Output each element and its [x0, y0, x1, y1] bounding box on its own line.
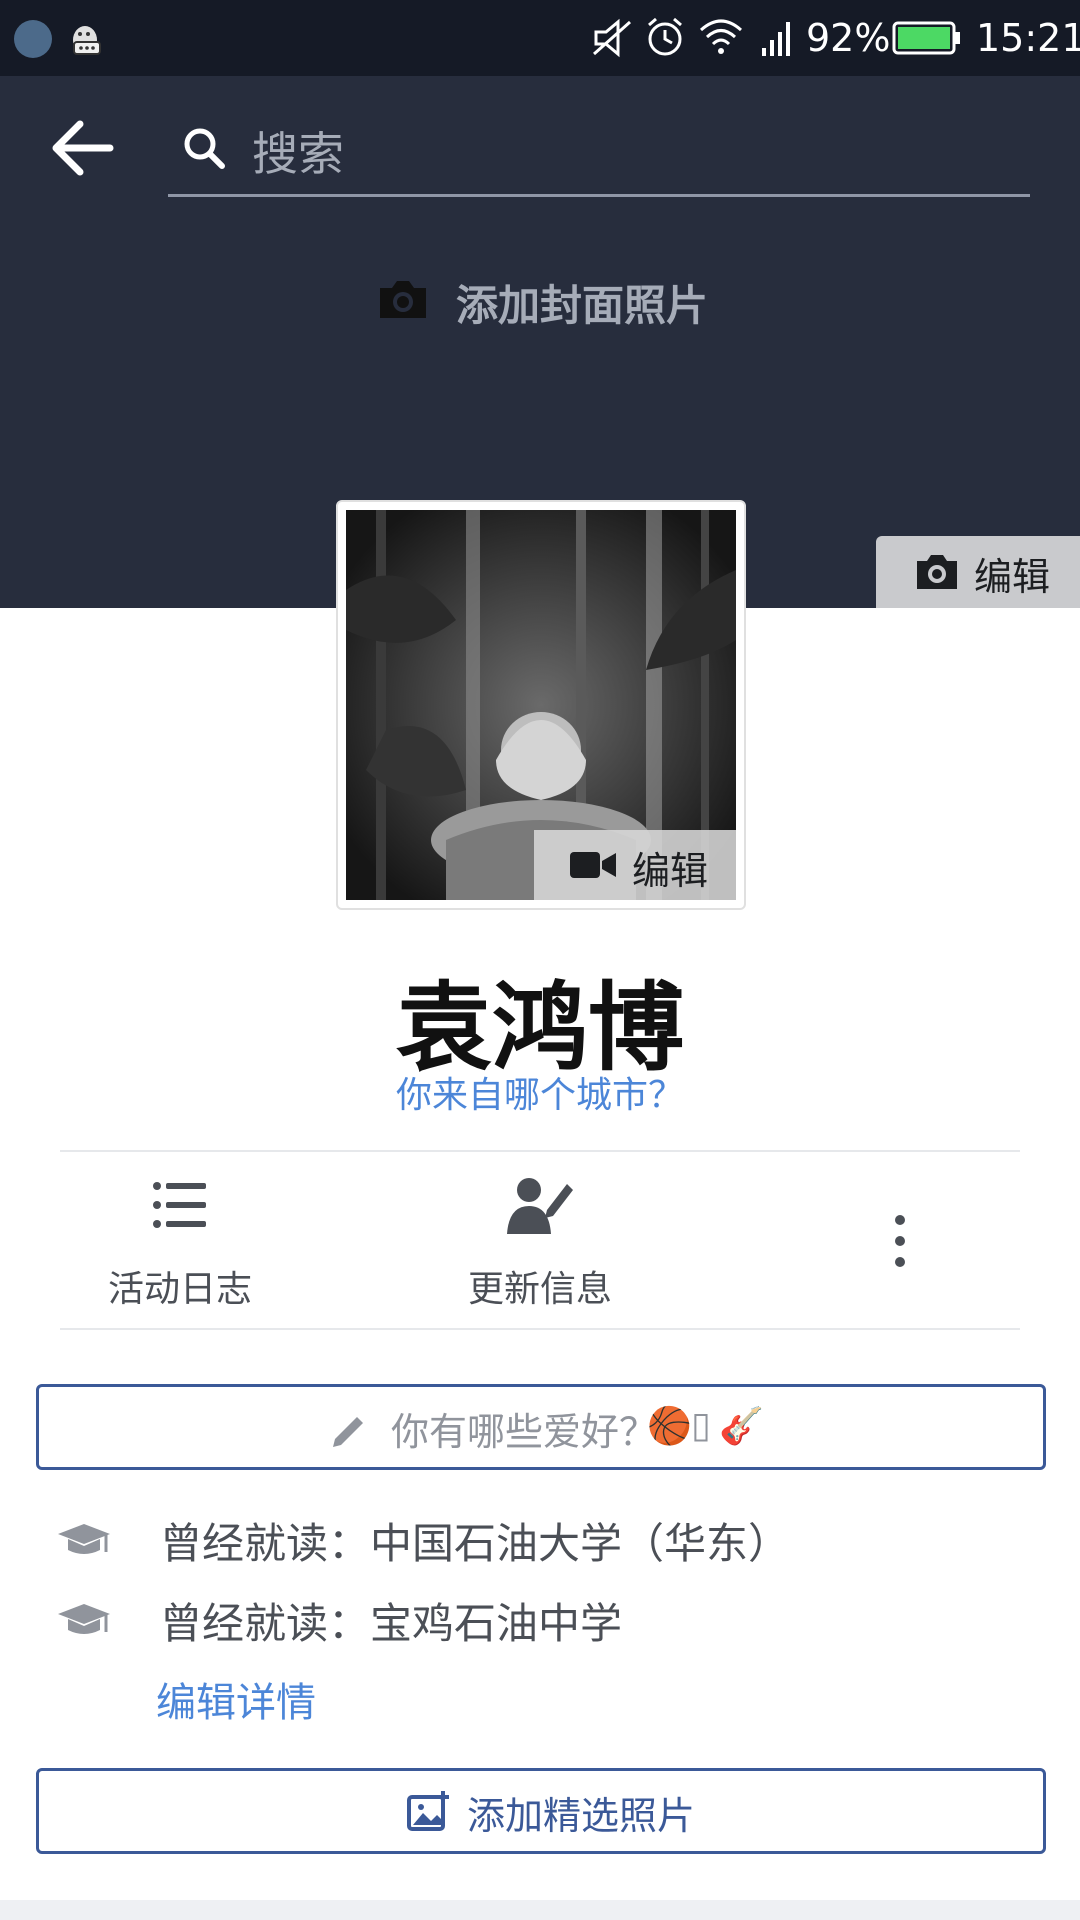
search-bar[interactable]: 搜索 — [168, 108, 1030, 197]
search-icon — [184, 128, 225, 169]
edit-cover-label: 编辑 — [974, 555, 1051, 599]
pencil-icon — [333, 1417, 363, 1447]
edit-profile-icon — [507, 1178, 573, 1234]
more-icon — [895, 1215, 905, 1267]
guitar-emoji: 🎸 — [719, 1406, 764, 1447]
basketball-emoji: 🏀 — [647, 1406, 692, 1447]
edit-details-link[interactable]: 编辑详情 — [156, 1670, 316, 1728]
bottom-strip — [0, 1900, 1080, 1920]
more-options-button[interactable] — [770, 1180, 1030, 1310]
alarm-icon — [648, 17, 682, 56]
list-icon — [153, 1182, 206, 1228]
camera-icon — [380, 281, 426, 318]
add-featured-photos-button[interactable]: 添加精选照片 — [36, 1768, 1046, 1854]
add-cover-photo-label: 添加封面照片 — [456, 281, 709, 330]
update-info-label: 更新信息 — [467, 1269, 612, 1310]
wifi-icon — [699, 19, 743, 54]
camera-icon — [917, 555, 957, 589]
divider — [60, 1150, 1020, 1152]
education-label: 曾经就读：中国石油大学（华东） — [160, 1519, 791, 1568]
graduation-cap-icon — [58, 1524, 110, 1554]
clock: 15:21 — [976, 16, 1080, 60]
mute-icon — [593, 18, 631, 58]
add-featured-photos-label: 添加精选照片 — [467, 1794, 696, 1838]
hobbies-prompt: 你有哪些爱好？ — [391, 1410, 658, 1454]
back-arrow-icon[interactable] — [50, 118, 114, 178]
status-bar: 92% 15:21 — [0, 0, 1080, 76]
screenshot-notification-icon — [14, 20, 52, 58]
education-label: 曾经就读：宝鸡石油中学 — [160, 1599, 623, 1648]
edit-cover-button[interactable]: 编辑 — [876, 536, 1080, 608]
edit-profile-picture-label: 编辑 — [632, 849, 709, 893]
activity-log-label: 活动日志 — [107, 1269, 252, 1310]
graduation-cap-icon — [58, 1604, 110, 1634]
battery-icon — [892, 21, 960, 55]
qq-notification-icon — [73, 26, 101, 55]
activity-log-button[interactable]: 活动日志 — [50, 1180, 310, 1310]
signal-icon — [762, 22, 790, 56]
profile-picture[interactable]: 编辑 — [346, 510, 736, 900]
hobbies-button[interactable]: 你有哪些爱好？ 🏀 ▯ 🎸 — [36, 1384, 1046, 1470]
battery-percent: 92% — [806, 16, 891, 60]
city-prompt-link[interactable]: 你来自哪个城市？ — [0, 1066, 1080, 1118]
search-input[interactable]: 搜索 — [252, 118, 344, 184]
profile-picture-frame[interactable]: 编辑 — [336, 500, 746, 910]
video-camera-icon — [570, 852, 616, 878]
edit-profile-picture-button[interactable]: 编辑 — [534, 830, 736, 900]
unknown-emoji: ▯ — [691, 1405, 711, 1446]
add-photo-icon — [407, 1791, 449, 1831]
divider — [60, 1328, 1020, 1330]
update-info-button[interactable]: 更新信息 — [410, 1178, 670, 1310]
